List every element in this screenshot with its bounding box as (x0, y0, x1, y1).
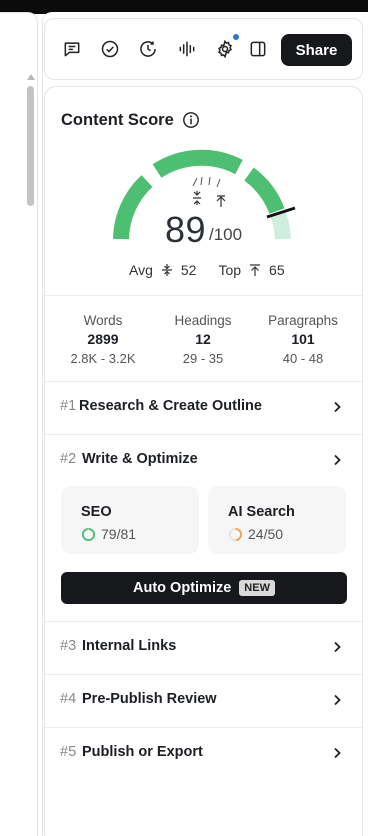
seo-score-card[interactable]: SEO 79/81 (61, 486, 199, 554)
step-label: Research & Create Outline (79, 398, 262, 414)
chevron-right-icon (334, 694, 341, 706)
scroll-up-arrow[interactable] (27, 74, 35, 80)
divider (45, 381, 362, 382)
top-icon (250, 264, 261, 276)
divider (45, 674, 362, 675)
seo-title: SEO (81, 504, 112, 520)
stat-label: Headings (174, 313, 232, 328)
content-score-card: Content Score 89 /100 Avg 52 Top 65 Word… (44, 86, 363, 836)
step-research-outline[interactable]: #1 Research & Create Outline (45, 383, 362, 433)
auto-optimize-button[interactable]: Auto Optimize NEW (61, 572, 347, 604)
avg-top-row: Avg 52 Top 65 (129, 262, 285, 278)
stat-value: 2899 (87, 331, 119, 347)
comment-icon[interactable] (60, 37, 84, 61)
step-write-optimize[interactable]: #2 Write & Optimize (45, 436, 362, 486)
avg-icon (161, 264, 172, 276)
step-label: Pre-Publish Review (82, 691, 217, 707)
divider (45, 295, 362, 296)
top-marker-icon (216, 195, 226, 207)
stat-words: Words 2899 2.8K - 3.2K (53, 313, 153, 366)
top-label: Top (218, 262, 242, 278)
divider (45, 727, 362, 728)
step-number: #2 (60, 451, 77, 467)
step-number: #3 (60, 638, 77, 654)
divider (45, 621, 362, 622)
seo-score: 79/81 (101, 526, 137, 542)
divider (45, 434, 362, 435)
avg-label: Avg (129, 262, 153, 278)
score-max: /100 (209, 225, 243, 244)
step-label: Write & Optimize (82, 451, 198, 467)
gauge-segment-remainder (270, 211, 291, 240)
ai-progress-ring (228, 527, 243, 541)
step-number: #5 (60, 744, 77, 760)
check-circle-icon[interactable] (98, 37, 122, 61)
step-publish-export[interactable]: #5 Publish or Export (45, 729, 362, 779)
history-icon[interactable] (136, 37, 160, 61)
gauge-markers (192, 176, 221, 188)
stat-label: Paragraphs (268, 313, 338, 328)
gauge-segment-3 (244, 167, 285, 215)
stat-range: 40 - 48 (282, 351, 324, 366)
avg-marker-icon (193, 191, 201, 205)
gear-icon[interactable] (213, 33, 240, 61)
share-button[interactable]: Share (281, 34, 352, 66)
ai-search-score-card[interactable]: AI Search 24/50 (208, 486, 346, 554)
auto-optimize-label: Auto Optimize (133, 580, 232, 596)
chevron-right-icon (334, 641, 341, 653)
stat-headings: Headings 12 29 - 35 (153, 313, 253, 366)
step-label: Internal Links (82, 638, 177, 654)
step-pre-publish-review[interactable]: #4 Pre-Publish Review (45, 676, 362, 726)
chevron-right-icon (334, 454, 341, 466)
stat-value: 12 (195, 331, 211, 347)
step-label: Publish or Export (82, 744, 203, 760)
panel-toolbar: Share (44, 18, 363, 80)
avg-value: 52 (180, 262, 197, 278)
step-number: #1 (60, 398, 77, 414)
ai-search-score: 24/50 (248, 526, 284, 542)
top-value: 65 (269, 262, 285, 278)
content-score-title: Content Score (61, 111, 174, 129)
stat-paragraphs: Paragraphs 101 40 - 48 (253, 313, 353, 366)
score-value: 89 (165, 209, 207, 250)
seo-progress-ring (81, 527, 96, 541)
stat-range: 29 - 35 (182, 351, 224, 366)
scrollbar-thumb[interactable] (27, 86, 34, 206)
step-internal-links[interactable]: #3 Internal Links (45, 623, 362, 673)
new-badge: NEW (239, 580, 275, 596)
chevron-right-icon (334, 747, 341, 759)
stat-label: Words (83, 313, 123, 328)
audio-wave-icon[interactable] (175, 37, 199, 61)
chevron-right-icon (334, 401, 341, 413)
stat-range: 2.8K - 3.2K (70, 351, 136, 366)
stat-value: 101 (291, 331, 315, 347)
gauge-segment-1 (113, 175, 153, 240)
sidebar-toggle-icon[interactable] (246, 37, 270, 61)
info-icon[interactable] (182, 111, 200, 129)
ai-search-title: AI Search (228, 504, 295, 520)
notification-dot (232, 33, 240, 41)
gauge-segment-2 (152, 149, 243, 178)
step-number: #4 (60, 691, 77, 707)
